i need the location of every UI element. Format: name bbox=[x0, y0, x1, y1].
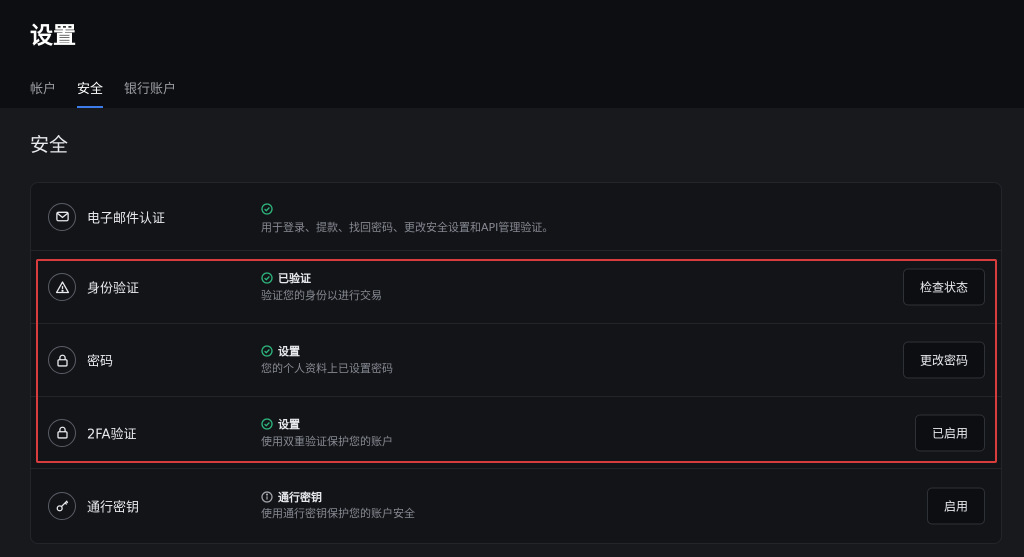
lock-icon bbox=[48, 346, 76, 374]
row-2fa-verification: 2FA验证 设置 使用双重验证保护您的账户 已启用 bbox=[31, 397, 1001, 469]
row-passkey: 通行密钥 通行密钥 使用通行密钥保护您的账户安全 启用 bbox=[31, 469, 1001, 542]
status-line: 通行密钥 bbox=[261, 489, 322, 505]
page-title: 设置 bbox=[30, 23, 76, 49]
row-description: 验证您的身份以进行交易 bbox=[261, 289, 382, 302]
tab-security[interactable]: 安全 bbox=[77, 78, 104, 108]
enabled-2fa-button[interactable]: 已启用 bbox=[915, 414, 985, 451]
row-email-verification: 电子邮件认证 用于登录、提款、找回密码、更改安全设置和API管理验证。 bbox=[31, 183, 1001, 251]
header-area: 设置 帐户 安全 银行账户 bbox=[0, 0, 1024, 108]
warning-icon bbox=[48, 273, 76, 301]
row-label: 身份验证 bbox=[87, 281, 140, 297]
lock-icon bbox=[48, 418, 76, 447]
status-line: 已验证 bbox=[261, 270, 311, 286]
row-password: 密码 设置 您的个人资料上已设置密码 更改密码 bbox=[31, 324, 1001, 397]
status-text: 通行密钥 bbox=[278, 491, 322, 504]
enable-passkey-button[interactable]: 启用 bbox=[927, 487, 985, 524]
row-label: 密码 bbox=[87, 354, 114, 370]
tab-bank-account[interactable]: 银行账户 bbox=[124, 78, 176, 108]
row-label: 电子邮件认证 bbox=[87, 211, 166, 226]
tab-bar: 帐户 安全 银行账户 bbox=[30, 78, 197, 108]
row-description: 使用通行密钥保护您的账户安全 bbox=[261, 507, 415, 520]
info-circle-icon bbox=[261, 491, 273, 503]
row-label: 通行密钥 bbox=[87, 500, 140, 515]
status-text: 已验证 bbox=[278, 272, 311, 285]
key-icon bbox=[48, 491, 76, 520]
status-text: 设置 bbox=[278, 345, 300, 358]
status-text: 设置 bbox=[278, 418, 300, 431]
status-line bbox=[261, 203, 278, 215]
row-identity-verification: 身份验证 已验证 验证您的身份以进行交易 检查状态 bbox=[31, 251, 1001, 324]
row-description: 您的个人资料上已设置密码 bbox=[261, 362, 393, 375]
check-status-button[interactable]: 检查状态 bbox=[903, 268, 985, 306]
section-title: 安全 bbox=[30, 134, 69, 156]
tab-account[interactable]: 帐户 bbox=[30, 78, 56, 108]
status-line: 设置 bbox=[261, 343, 300, 359]
status-line: 设置 bbox=[261, 416, 300, 432]
check-circle-icon bbox=[261, 345, 273, 357]
row-description: 使用双重验证保护您的账户 bbox=[261, 435, 393, 448]
check-circle-icon bbox=[261, 203, 273, 215]
row-description: 用于登录、提款、找回密码、更改安全设置和API管理验证。 bbox=[261, 221, 554, 234]
check-circle-icon bbox=[261, 418, 273, 430]
row-label: 2FA验证 bbox=[87, 427, 137, 442]
check-circle-icon bbox=[261, 272, 273, 284]
mail-icon bbox=[48, 202, 76, 231]
change-password-button[interactable]: 更改密码 bbox=[903, 341, 985, 379]
